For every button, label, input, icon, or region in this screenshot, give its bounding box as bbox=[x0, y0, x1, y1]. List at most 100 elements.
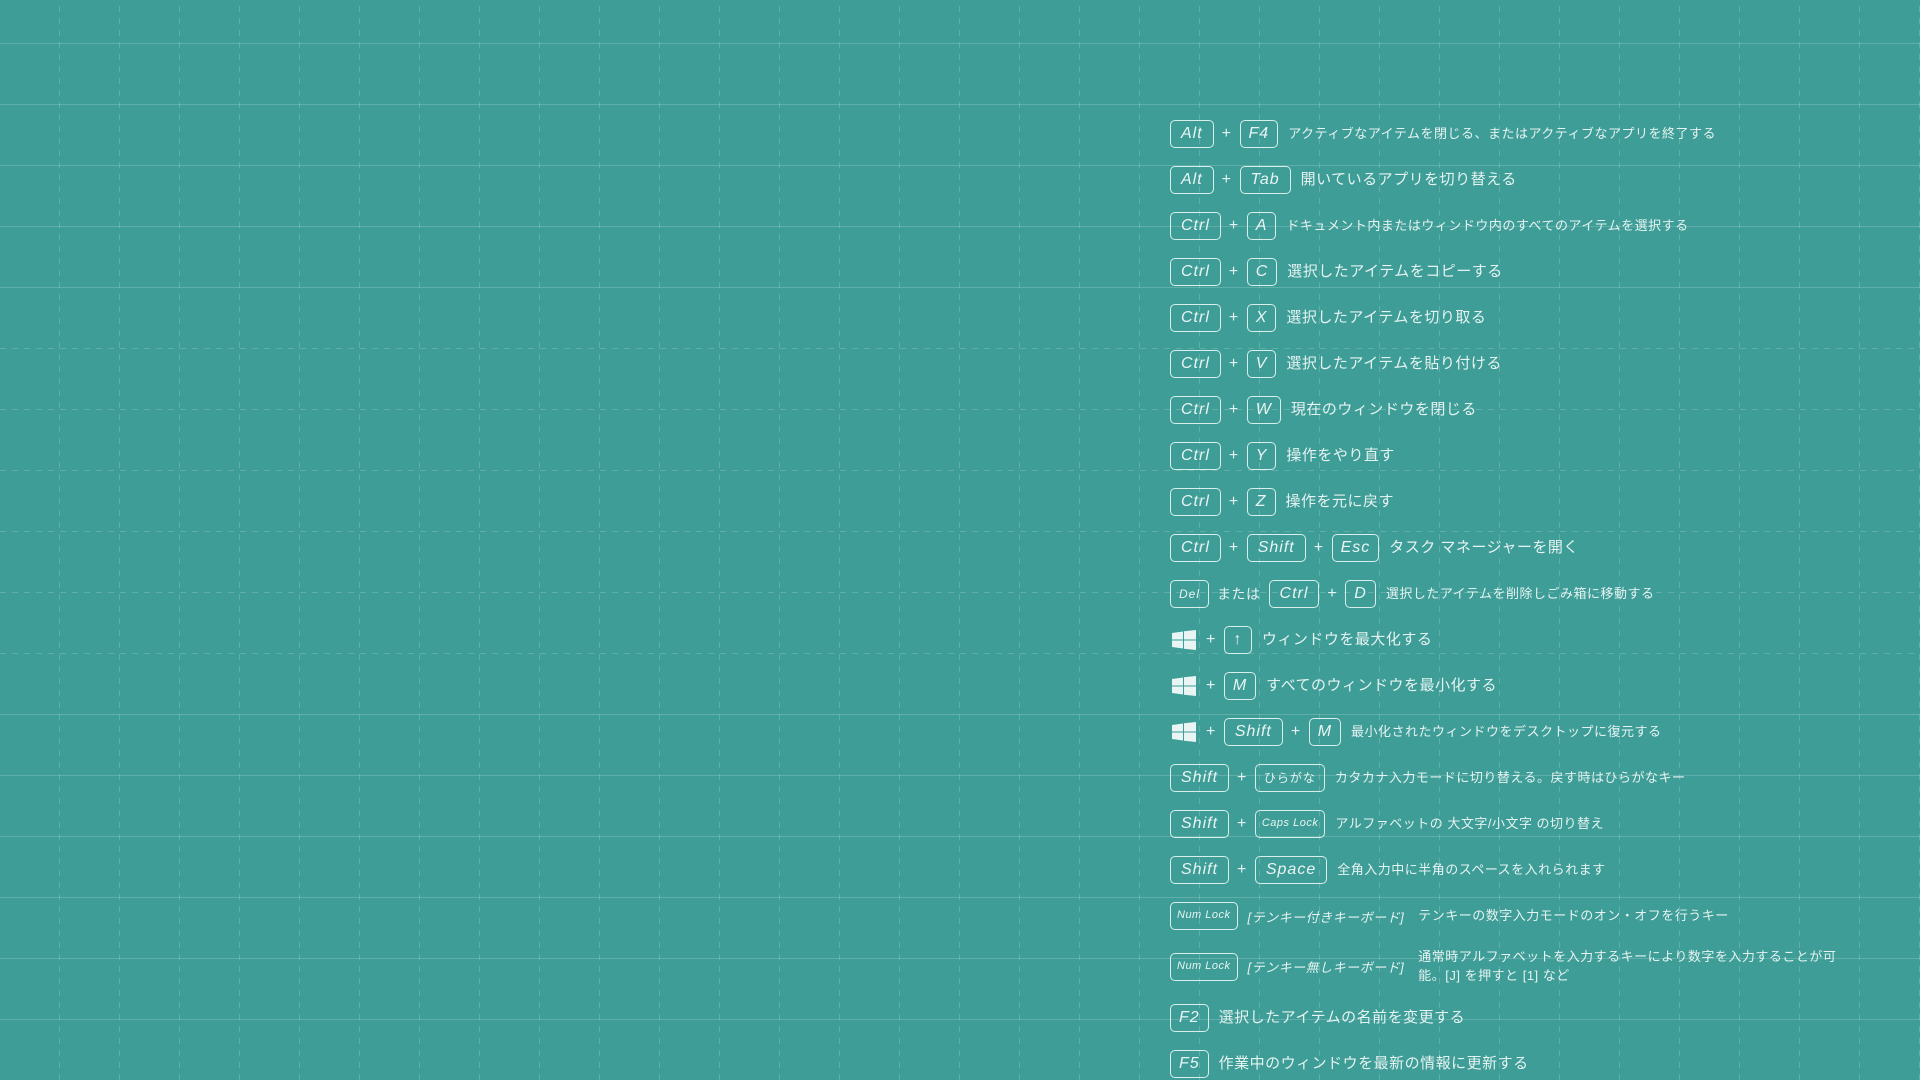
plus-icon: + bbox=[1229, 217, 1239, 235]
row-f2: F2 選択したアイテムの名前を変更する bbox=[1170, 1004, 1890, 1032]
plus-icon: + bbox=[1229, 539, 1239, 557]
plus-icon: + bbox=[1206, 631, 1216, 649]
plus-icon: + bbox=[1229, 447, 1239, 465]
row-win-shift-m: + Shift + M 最小化されたウィンドウをデスクトップに復元する bbox=[1170, 718, 1890, 746]
key-ctrl: Ctrl bbox=[1170, 534, 1221, 562]
desc-ctrl-c: 選択したアイテムをコピーする bbox=[1287, 261, 1503, 283]
key-up: ↑ bbox=[1224, 626, 1252, 654]
plus-icon: + bbox=[1229, 401, 1239, 419]
desc-shift-space: 全角入力中に半角のスペースを入れられます bbox=[1337, 861, 1605, 880]
shortcut-cheatsheet: Alt + F4 アクティブなアイテムを閉じる、またはアクティブなアプリを終了す… bbox=[1170, 120, 1890, 1080]
plus-icon: + bbox=[1206, 723, 1216, 741]
desc-ctrl-w: 現在のウィンドウを閉じる bbox=[1291, 399, 1477, 421]
desc-f2: 選択したアイテムの名前を変更する bbox=[1219, 1007, 1466, 1029]
plus-icon: + bbox=[1229, 309, 1239, 327]
key-esc: Esc bbox=[1332, 534, 1380, 562]
key-shift: Shift bbox=[1170, 810, 1229, 838]
plus-icon: + bbox=[1237, 769, 1247, 787]
key-numlock: Num Lock bbox=[1170, 953, 1238, 981]
row-win-m: + M すべてのウィンドウを最小化する bbox=[1170, 672, 1890, 700]
windows-icon bbox=[1170, 720, 1198, 744]
plus-icon: + bbox=[1229, 263, 1239, 281]
plus-icon: + bbox=[1327, 585, 1337, 603]
plus-icon: + bbox=[1237, 861, 1247, 879]
desc-alt-f4: アクティブなアイテムを閉じる、またはアクティブなアプリを終了する bbox=[1288, 125, 1716, 144]
note-tenkey-without: [テンキー無しキーボード] bbox=[1248, 957, 1405, 976]
row-ctrl-c: Ctrl + C 選択したアイテムをコピーする bbox=[1170, 258, 1890, 286]
key-c: C bbox=[1247, 258, 1278, 286]
key-m: M bbox=[1224, 672, 1256, 700]
desc-win-shift-m: 最小化されたウィンドウをデスクトップに復元する bbox=[1351, 723, 1662, 742]
desc-shift-hiragana: カタカナ入力モードに切り替える。戻す時はひらがなキー bbox=[1335, 769, 1686, 788]
key-ctrl: Ctrl bbox=[1170, 350, 1221, 378]
row-alt-f4: Alt + F4 アクティブなアイテムを閉じる、またはアクティブなアプリを終了す… bbox=[1170, 120, 1890, 148]
key-numlock: Num Lock bbox=[1170, 902, 1238, 930]
key-ctrl: Ctrl bbox=[1170, 396, 1221, 424]
desc-del-d: 選択したアイテムを削除しごみ箱に移動する bbox=[1386, 585, 1655, 604]
desc-ctrl-v: 選択したアイテムを貼り付ける bbox=[1286, 353, 1502, 375]
key-m: M bbox=[1309, 718, 1341, 746]
desc-ctrl-shift-esc: タスク マネージャーを開く bbox=[1389, 537, 1579, 559]
plus-icon: + bbox=[1237, 815, 1247, 833]
key-ctrl: Ctrl bbox=[1170, 442, 1221, 470]
key-f4: F4 bbox=[1240, 120, 1279, 148]
desc-win-up: ウィンドウを最大化する bbox=[1262, 629, 1433, 651]
windows-icon bbox=[1170, 628, 1198, 652]
row-alt-tab: Alt + Tab 開いているアプリを切り替える bbox=[1170, 166, 1890, 194]
row-ctrl-a: Ctrl + A ドキュメント内またはウィンドウ内のすべてのアイテムを選択する bbox=[1170, 212, 1890, 240]
key-ctrl: Ctrl bbox=[1269, 580, 1320, 608]
key-hiragana: ひらがな bbox=[1255, 764, 1325, 792]
plus-icon: + bbox=[1291, 723, 1301, 741]
desc-alt-tab: 開いているアプリを切り替える bbox=[1301, 169, 1517, 191]
key-ctrl: Ctrl bbox=[1170, 488, 1221, 516]
desc-shift-caps: アルファベットの 大文字/小文字 の切り替え bbox=[1335, 815, 1604, 834]
row-ctrl-w: Ctrl + W 現在のウィンドウを閉じる bbox=[1170, 396, 1890, 424]
row-win-up: + ↑ ウィンドウを最大化する bbox=[1170, 626, 1890, 654]
plus-icon: + bbox=[1229, 355, 1239, 373]
key-del: Del bbox=[1170, 580, 1209, 608]
key-f2: F2 bbox=[1170, 1004, 1209, 1032]
key-shift: Shift bbox=[1170, 764, 1229, 792]
key-alt: Alt bbox=[1170, 166, 1214, 194]
key-shift: Shift bbox=[1224, 718, 1283, 746]
desc-ctrl-x: 選択したアイテムを切り取る bbox=[1286, 307, 1486, 329]
key-tab: Tab bbox=[1240, 166, 1291, 194]
key-ctrl: Ctrl bbox=[1170, 212, 1221, 240]
key-f5: F5 bbox=[1170, 1050, 1209, 1078]
key-v: V bbox=[1247, 350, 1277, 378]
key-shift: Shift bbox=[1170, 856, 1229, 884]
row-del-ctrl-d: Del または Ctrl + D 選択したアイテムを削除しごみ箱に移動する bbox=[1170, 580, 1890, 608]
row-shift-space: Shift + Space 全角入力中に半角のスペースを入れられます bbox=[1170, 856, 1890, 884]
desc-numlock-without: 通常時アルファベットを入力するキーにより数字を入力することが可能。[J] を押す… bbox=[1418, 948, 1838, 986]
key-alt: Alt bbox=[1170, 120, 1214, 148]
desc-ctrl-z: 操作を元に戻す bbox=[1286, 491, 1395, 513]
key-d: D bbox=[1345, 580, 1376, 608]
key-ctrl: Ctrl bbox=[1170, 304, 1221, 332]
row-ctrl-y: Ctrl + Y 操作をやり直す bbox=[1170, 442, 1890, 470]
plus-icon: + bbox=[1229, 493, 1239, 511]
desc-numlock-with: テンキーの数字入力モードのオン・オフを行うキー bbox=[1418, 907, 1729, 926]
windows-icon bbox=[1170, 674, 1198, 698]
desc-f5: 作業中のウィンドウを最新の情報に更新する bbox=[1219, 1053, 1529, 1075]
row-numlock-with: Num Lock [テンキー付きキーボード] テンキーの数字入力モードのオン・オ… bbox=[1170, 902, 1890, 930]
desc-win-m: すべてのウィンドウを最小化する bbox=[1266, 675, 1497, 697]
plus-icon: + bbox=[1222, 171, 1232, 189]
row-shift-caps: Shift + Caps Lock アルファベットの 大文字/小文字 の切り替え bbox=[1170, 810, 1890, 838]
key-y: Y bbox=[1247, 442, 1277, 470]
row-shift-hiragana: Shift + ひらがな カタカナ入力モードに切り替える。戻す時はひらがなキー bbox=[1170, 764, 1890, 792]
row-numlock-without: Num Lock [テンキー無しキーボード] 通常時アルファベットを入力するキー… bbox=[1170, 948, 1890, 986]
plus-icon: + bbox=[1206, 677, 1216, 695]
key-space: Space bbox=[1255, 856, 1327, 884]
key-ctrl: Ctrl bbox=[1170, 258, 1221, 286]
key-shift: Shift bbox=[1247, 534, 1306, 562]
plus-icon: + bbox=[1222, 125, 1232, 143]
row-ctrl-x: Ctrl + X 選択したアイテムを切り取る bbox=[1170, 304, 1890, 332]
key-a: A bbox=[1247, 212, 1277, 240]
desc-ctrl-a: ドキュメント内またはウィンドウ内のすべてのアイテムを選択する bbox=[1286, 217, 1688, 236]
key-capslock: Caps Lock bbox=[1255, 810, 1325, 838]
key-w: W bbox=[1247, 396, 1281, 424]
or-text: または bbox=[1217, 584, 1261, 604]
key-x: X bbox=[1247, 304, 1277, 332]
note-tenkey-with: [テンキー付きキーボード] bbox=[1248, 907, 1405, 926]
plus-icon: + bbox=[1314, 539, 1324, 557]
